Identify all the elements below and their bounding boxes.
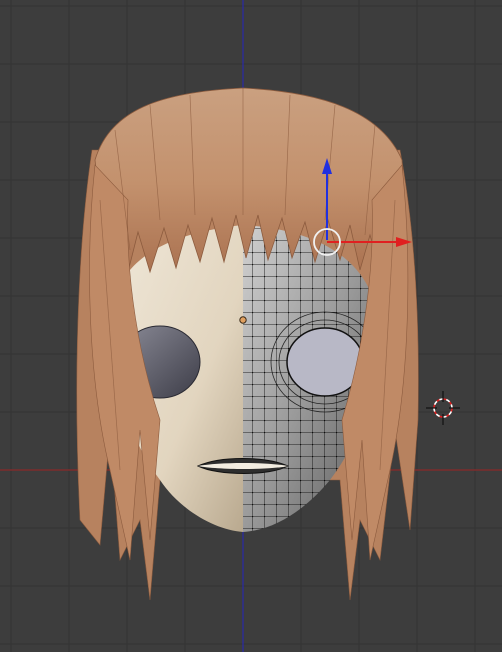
3d-cursor-icon[interactable]	[426, 391, 460, 425]
object-origin-icon[interactable]	[239, 316, 247, 324]
viewport-canvas[interactable]	[0, 0, 502, 652]
3d-viewport[interactable]	[0, 0, 502, 652]
